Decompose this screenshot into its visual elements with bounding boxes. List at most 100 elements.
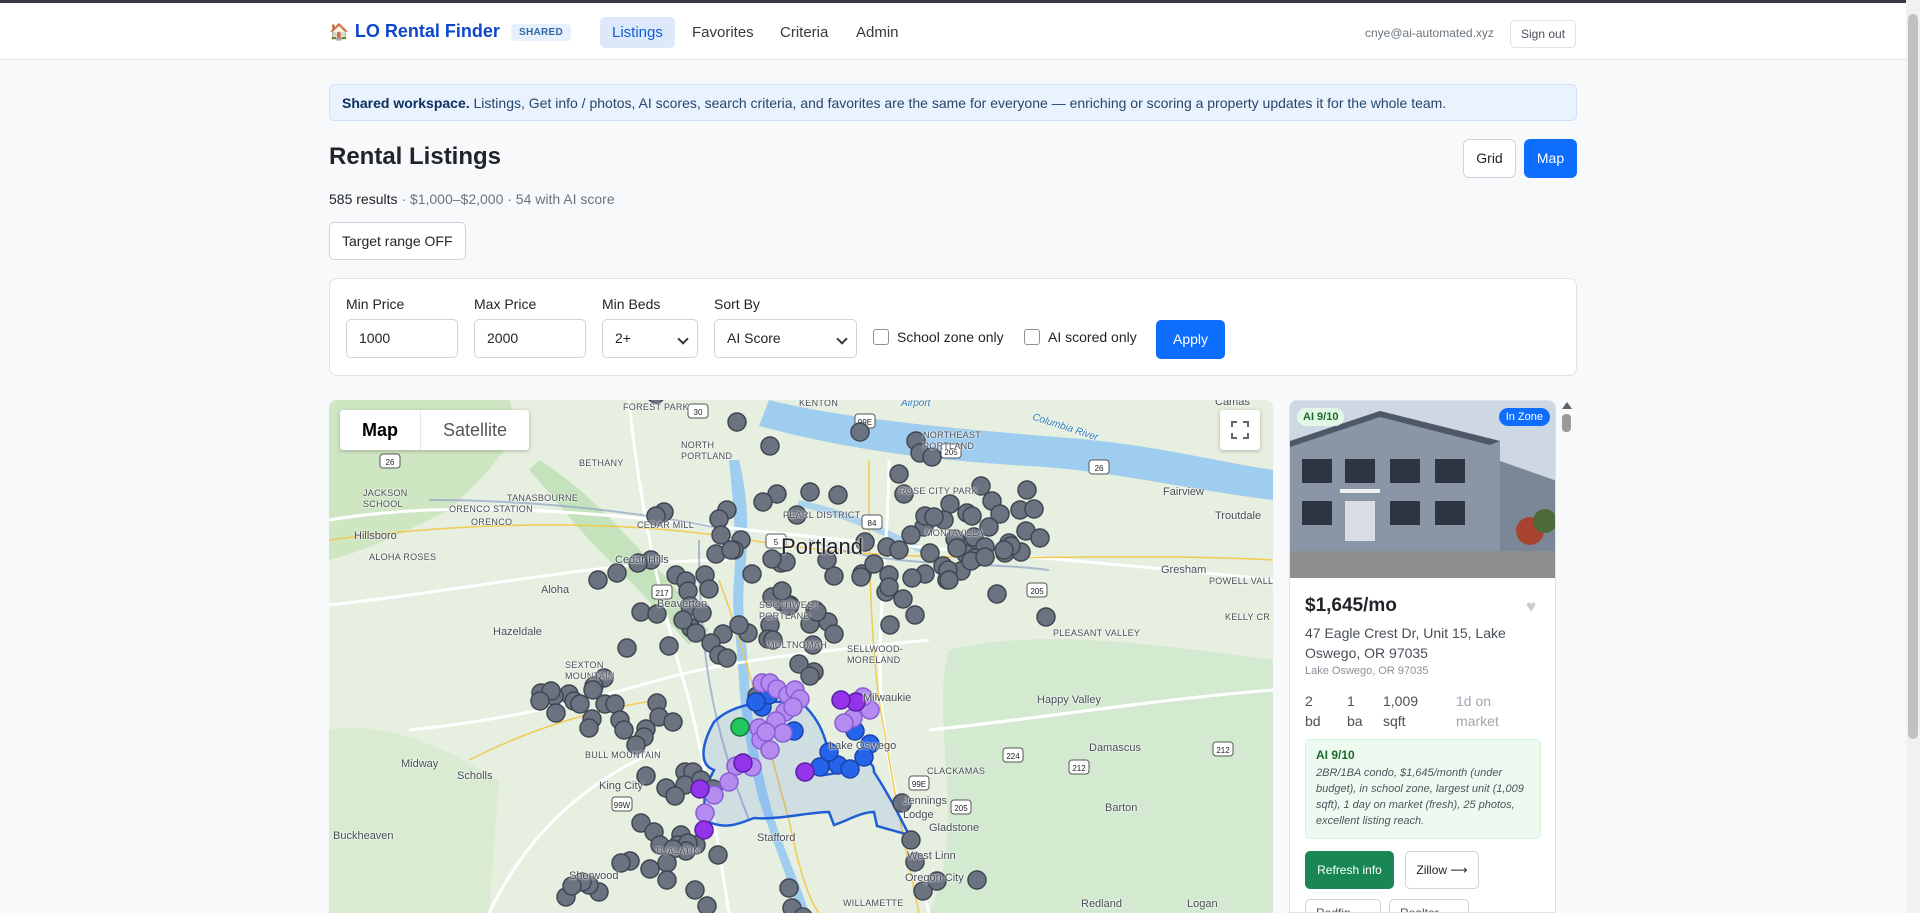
listing-marker[interactable] — [760, 436, 780, 456]
nav-link-criteria[interactable]: Criteria — [768, 17, 840, 48]
listing-marker[interactable] — [657, 870, 677, 890]
listing-marker[interactable] — [920, 543, 940, 563]
min-price-input[interactable]: 1000 — [346, 319, 458, 358]
listing-marker[interactable] — [607, 563, 627, 583]
map-view-button[interactable]: Map — [1524, 139, 1577, 178]
listing-marker[interactable] — [721, 540, 741, 560]
listing-marker[interactable] — [1030, 528, 1050, 548]
listing-marker[interactable] — [742, 564, 762, 584]
nav-link-listings[interactable]: Listings — [600, 17, 675, 48]
listing-marker[interactable] — [975, 547, 995, 567]
listing-marker[interactable] — [546, 703, 566, 723]
map-type-map[interactable]: Map — [340, 410, 421, 450]
listing-marker[interactable] — [824, 624, 844, 644]
listing-marker[interactable] — [685, 880, 705, 900]
listing-marker[interactable] — [851, 567, 871, 587]
card-scroll-up-arrow[interactable] — [1562, 402, 1572, 409]
listing-marker[interactable] — [605, 694, 625, 714]
min-beds-select[interactable]: 2+ — [602, 319, 698, 358]
listing-marker[interactable] — [659, 636, 679, 656]
brand[interactable]: 🏠 LO Rental Finder — [329, 21, 500, 42]
listing-marker[interactable] — [994, 540, 1014, 560]
heart-icon[interactable]: ♥ — [1526, 597, 1536, 617]
listing-marker[interactable] — [579, 718, 599, 738]
listing-marker-ai-top[interactable] — [795, 762, 815, 782]
listing-marker-ai-top[interactable] — [733, 753, 753, 773]
listing-marker-ai-top[interactable] — [694, 820, 714, 840]
listing-marker[interactable] — [905, 605, 925, 625]
listing-marker[interactable] — [850, 422, 870, 442]
realtor-link-button[interactable]: Realtor — [1389, 899, 1469, 912]
listing-marker[interactable] — [880, 615, 900, 635]
listing-marker[interactable] — [663, 712, 683, 732]
listing-marker[interactable] — [902, 568, 922, 588]
listing-marker-ai-scored[interactable] — [834, 713, 854, 733]
nav-link-favorites[interactable]: Favorites — [680, 17, 766, 48]
fullscreen-button[interactable] — [1220, 410, 1260, 450]
listing-marker[interactable] — [753, 492, 773, 512]
listings-map[interactable]: 30 99E 205 26 26 84 5 217 205 224 212 212 99W 99E 205 … — [329, 400, 1273, 913]
listing-marker[interactable] — [962, 506, 982, 526]
listing-marker[interactable] — [673, 610, 693, 630]
zillow-link-button[interactable]: Zillow ⟶ — [1405, 851, 1479, 889]
listing-marker[interactable] — [708, 845, 728, 865]
listing-marker[interactable] — [879, 577, 899, 597]
listing-marker[interactable] — [588, 570, 608, 590]
listing-marker[interactable] — [657, 853, 677, 873]
listing-marker[interactable] — [665, 786, 685, 806]
listing-marker[interactable] — [800, 666, 820, 686]
listing-marker-ai-top[interactable] — [831, 690, 851, 710]
page-scrollbar-thumb[interactable] — [1908, 14, 1918, 739]
listing-marker[interactable] — [901, 830, 921, 850]
listing-marker[interactable] — [1036, 607, 1056, 627]
listing-marker[interactable] — [570, 694, 590, 714]
listing-marker-ai-scored[interactable] — [695, 803, 715, 823]
card-scrollbar-thumb[interactable] — [1562, 414, 1571, 432]
listing-marker[interactable] — [924, 507, 944, 527]
listing-marker[interactable] — [939, 570, 959, 590]
listing-marker[interactable] — [772, 581, 792, 601]
ai-scored-checkbox[interactable]: AI scored only — [1024, 329, 1137, 345]
listing-marker-in-zone[interactable] — [840, 759, 860, 779]
listing-marker[interactable] — [530, 691, 550, 711]
listing-marker[interactable] — [717, 648, 737, 668]
listing-marker[interactable] — [617, 638, 637, 658]
listing-photo[interactable]: AI 9/10 In Zone — [1290, 401, 1555, 578]
listing-marker[interactable] — [947, 538, 967, 558]
grid-view-button[interactable]: Grid — [1463, 139, 1516, 178]
listing-marker[interactable] — [640, 859, 660, 879]
listing-marker[interactable] — [1017, 480, 1037, 500]
listing-marker-ai-scored[interactable] — [773, 723, 793, 743]
refresh-info-button[interactable]: Refresh info — [1305, 851, 1394, 889]
listing-marker[interactable] — [967, 870, 987, 890]
listing-marker-ai-top[interactable] — [690, 779, 710, 799]
school-zone-checkbox[interactable]: School zone only — [873, 329, 1004, 345]
listing-marker[interactable] — [987, 584, 1007, 604]
max-price-input[interactable]: 2000 — [474, 319, 586, 358]
listing-marker[interactable] — [889, 464, 909, 484]
redfin-link-button[interactable]: Redfin — [1305, 899, 1381, 912]
listing-marker[interactable] — [727, 412, 747, 432]
listing-marker-ai-scored[interactable] — [760, 740, 780, 760]
listing-marker-ai-scored[interactable] — [783, 697, 803, 717]
listing-marker[interactable] — [614, 720, 634, 740]
checkbox-box[interactable] — [1024, 329, 1040, 345]
listing-marker[interactable] — [699, 579, 719, 599]
listing-marker[interactable] — [697, 896, 717, 913]
listing-marker-selected[interactable] — [730, 717, 750, 737]
listing-marker-ai-scored[interactable] — [756, 722, 776, 742]
nav-link-admin[interactable]: Admin — [844, 17, 911, 48]
listing-marker[interactable] — [779, 878, 799, 898]
listing-marker[interactable] — [729, 615, 749, 635]
listing-marker[interactable] — [631, 602, 651, 622]
listing-marker-ai-scored[interactable] — [719, 772, 739, 792]
listing-marker-in-zone[interactable] — [746, 692, 766, 712]
apply-button[interactable]: Apply — [1156, 320, 1225, 359]
listing-marker[interactable] — [828, 485, 848, 505]
map-type-satellite[interactable]: Satellite — [421, 410, 529, 450]
listing-card[interactable]: AI 9/10 In Zone $1,645/mo ♥ 47 Eagle Cre… — [1289, 400, 1556, 913]
listing-marker[interactable] — [901, 525, 921, 545]
checkbox-box[interactable] — [873, 329, 889, 345]
sort-by-select[interactable]: AI Score — [714, 319, 857, 358]
target-range-toggle[interactable]: Target range OFF — [329, 222, 466, 260]
